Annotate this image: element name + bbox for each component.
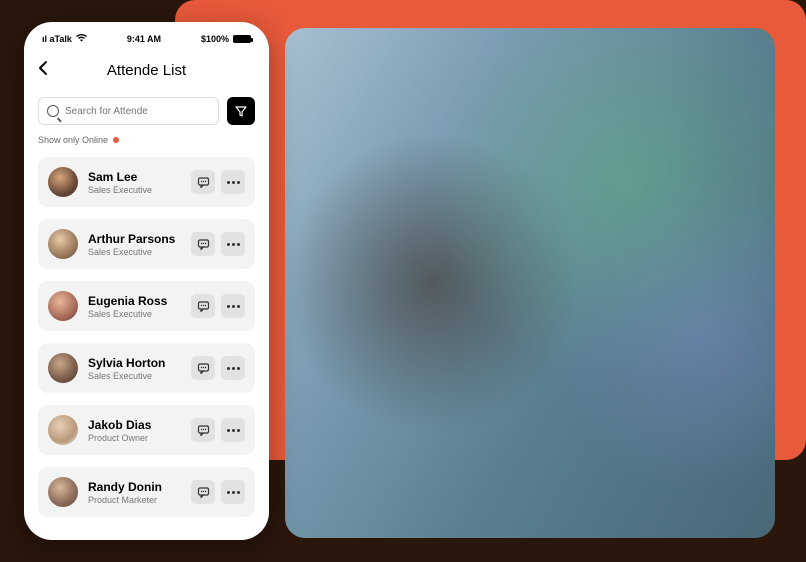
more-icon [227,243,240,246]
more-icon [227,181,240,184]
chat-icon [197,176,210,189]
attendee-name: Jakob Dias [88,418,181,432]
attendee-role: Product Owner [88,433,181,443]
more-button[interactable] [221,356,245,380]
avatar [48,229,78,259]
more-icon [227,305,240,308]
attendee-name: Sam Lee [88,170,181,184]
avatar [48,291,78,321]
more-button[interactable] [221,232,245,256]
attendee-name: Sylvia Horton [88,356,181,370]
page-header: Attende List [38,60,255,81]
attendee-role: Sales Executive [88,247,181,257]
chat-icon [197,362,210,375]
avatar [48,167,78,197]
battery-label: $100% [201,34,229,44]
avatar [48,353,78,383]
attendee-role: Sales Executive [88,309,181,319]
chat-button[interactable] [191,480,215,504]
chat-button[interactable] [191,418,215,442]
battery-icon [233,35,251,43]
chat-icon [197,424,210,437]
more-button[interactable] [221,418,245,442]
filter-button[interactable] [227,97,255,125]
search-input[interactable] [65,106,210,117]
search-icon [47,105,59,117]
attendee-name: Arthur Parsons [88,232,181,246]
more-button[interactable] [221,294,245,318]
chat-icon [197,300,210,313]
filter-icon [235,105,247,117]
chat-button[interactable] [191,356,215,380]
list-item[interactable]: Sam Lee Sales Executive [38,157,255,207]
chat-icon [197,238,210,251]
attendee-list: Sam Lee Sales Executive Arthur Parsons S… [38,157,255,517]
show-online-filter[interactable]: Show only Online [38,135,255,145]
phone-frame: ıl aTalk 9:41 AM $100% Attende List Show… [24,22,269,540]
list-item[interactable]: Arthur Parsons Sales Executive [38,219,255,269]
attendee-name: Randy Donin [88,480,181,494]
avatar [48,415,78,445]
chat-icon [197,486,210,499]
carrier-label: ıl aTalk [42,34,72,44]
list-item[interactable]: Randy Donin Product Marketer [38,467,255,517]
attendee-role: Sales Executive [88,185,181,195]
page-title: Attende List [38,62,255,79]
list-item[interactable]: Jakob Dias Product Owner [38,405,255,455]
show-online-label: Show only Online [38,135,108,145]
attendee-name: Eugenia Ross [88,294,181,308]
wifi-icon [76,34,87,44]
avatar [48,477,78,507]
hero-photo [285,28,775,538]
more-button[interactable] [221,480,245,504]
search-input-wrapper[interactable] [38,97,219,125]
list-item[interactable]: Eugenia Ross Sales Executive [38,281,255,331]
chat-button[interactable] [191,170,215,194]
chat-button[interactable] [191,294,215,318]
online-indicator-icon [113,137,119,143]
list-item[interactable]: Sylvia Horton Sales Executive [38,343,255,393]
more-button[interactable] [221,170,245,194]
more-icon [227,491,240,494]
status-bar: ıl aTalk 9:41 AM $100% [38,32,255,46]
more-icon [227,367,240,370]
attendee-role: Sales Executive [88,371,181,381]
clock: 9:41 AM [127,34,161,44]
chat-button[interactable] [191,232,215,256]
attendee-role: Product Marketer [88,495,181,505]
more-icon [227,429,240,432]
